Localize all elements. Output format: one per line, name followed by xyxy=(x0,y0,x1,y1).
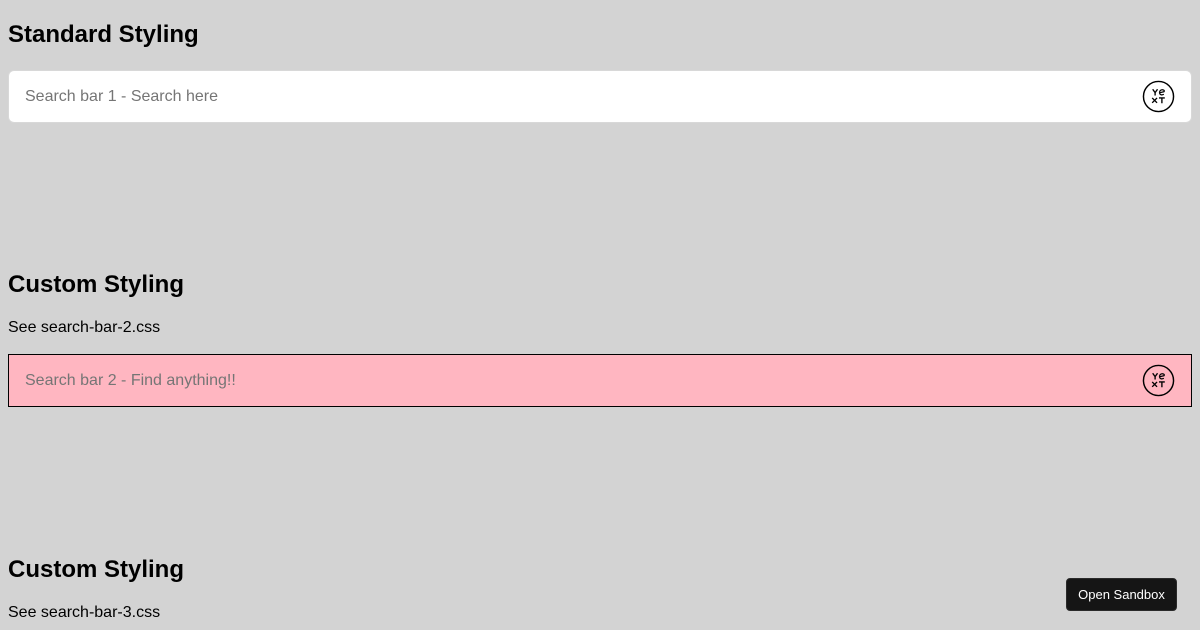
search-bar-1 xyxy=(8,70,1192,123)
section-heading-custom-3: Custom Styling xyxy=(8,556,185,583)
open-sandbox-button[interactable]: Open Sandbox xyxy=(1066,578,1177,611)
section-heading-standard: Standard Styling xyxy=(8,21,199,48)
search-submit-button-1[interactable] xyxy=(1141,80,1175,114)
yext-logo-icon xyxy=(1142,364,1174,397)
search-bar-2 xyxy=(8,354,1192,407)
page: Standard Styling Custom Styling See sear… xyxy=(0,0,1200,630)
search-submit-button-2[interactable] xyxy=(1141,364,1175,398)
yext-logo-icon xyxy=(1142,80,1174,113)
search-input-2[interactable] xyxy=(9,355,1141,406)
css-file-note-2: See search-bar-2.css xyxy=(8,319,161,336)
search-input-1[interactable] xyxy=(9,71,1141,122)
section-heading-custom-2: Custom Styling xyxy=(8,271,185,298)
css-file-note-3: See search-bar-3.css xyxy=(8,604,161,621)
